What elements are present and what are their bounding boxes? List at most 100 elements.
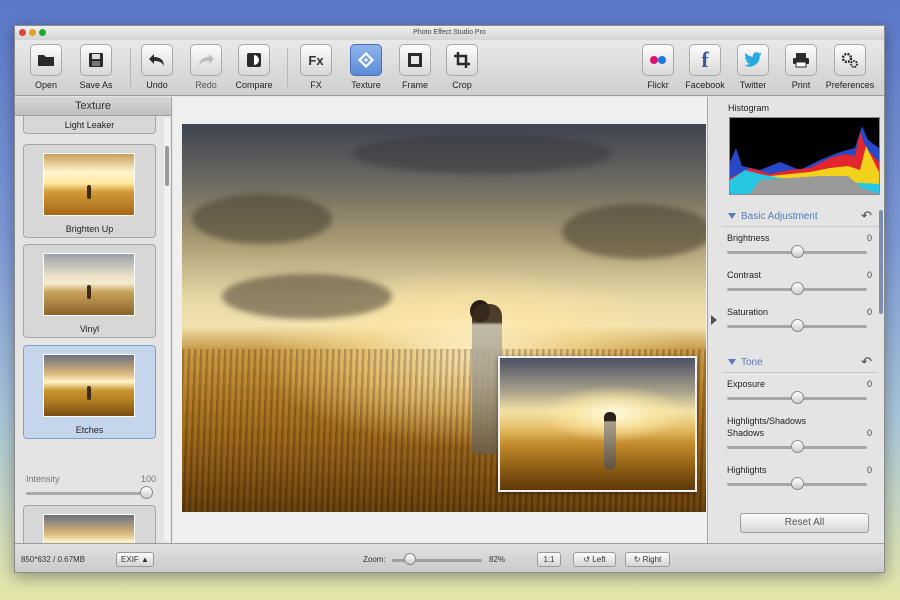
saturation-label: Saturation [727,307,769,317]
close-window-button[interactable] [19,29,26,36]
reset-arrow-icon[interactable]: ↶ [861,208,872,224]
print-label: Print [791,80,811,90]
sidebar-title: Texture [15,97,171,116]
sidebar-scroll-thumb[interactable] [165,146,169,186]
minimize-window-button[interactable] [29,29,36,36]
exposure-slider-knob[interactable] [791,391,804,404]
compare-label: Compare [235,80,273,90]
texture-list: Light Leaker Brighten Up Vinyl Etches In… [15,116,164,543]
texture-icon [350,44,382,76]
texture-sidebar: Texture Light Leaker Brighten Up Vinyl E… [15,97,172,543]
saturation-adjustment: Saturation 0 [722,301,878,338]
photo-cloud [352,134,612,174]
texture-thumbnail [43,253,135,316]
exposure-value: 0 [866,379,872,389]
texture-item-light-leaker[interactable]: Light Leaker [23,116,156,134]
crop-label: Crop [452,80,472,90]
crop-button[interactable]: Crop [437,44,487,90]
contrast-value: 0 [866,270,872,280]
undo-button[interactable]: Undo [132,44,182,90]
twitter-bird-icon [737,44,769,76]
shadows-label: Shadows [727,428,765,438]
highlights-label: Highlights [727,465,767,475]
exif-button[interactable]: EXIF ▲ [116,552,154,567]
basic-adjustment-section: Basic Adjustment ↶ Brightness 0 Contrast… [722,207,878,338]
twitter-button[interactable]: Twitter [728,44,778,90]
frame-button[interactable]: Frame [390,44,440,90]
redo-button[interactable]: Redo [181,44,231,90]
shadows-slider-knob[interactable] [791,440,804,453]
disclosure-triangle-icon[interactable] [728,359,736,365]
rotate-right-button[interactable]: ↻ Right [625,552,670,567]
flickr-label: Flickr [647,80,669,90]
undo-label: Undo [146,80,168,90]
printer-icon [785,44,817,76]
texture-item-label: Light Leaker [64,120,115,130]
save-as-label: Save As [79,80,113,90]
exposure-label: Exposure [727,379,766,389]
main-photo [182,124,706,512]
texture-item-label: Etches [75,425,104,435]
app-window: Photo Effect Studio Pro Open Save As Und… [14,25,885,573]
fx-button[interactable]: Fx FX [291,44,341,90]
rotate-left-button[interactable]: ↺ Left [573,552,616,567]
saturation-slider-knob[interactable] [791,319,804,332]
frame-icon [399,44,431,76]
compare-button[interactable]: Compare [229,44,279,90]
zoom-slider-knob[interactable] [404,553,416,565]
basic-adjustment-header[interactable]: Basic Adjustment ↶ [722,207,878,227]
compare-icon [238,44,270,76]
flickr-button[interactable]: Flickr [633,44,683,90]
brightness-slider-knob[interactable] [791,245,804,258]
window-controls [19,29,46,36]
texture-item-vinyl[interactable]: Vinyl [23,244,156,338]
preferences-label: Preferences [825,80,875,90]
toolbar: Open Save As Undo Redo Compare Fx FX Tex… [15,40,884,96]
preferences-button[interactable]: Preferences [825,44,875,90]
contrast-slider-knob[interactable] [791,282,804,295]
reset-all-button[interactable]: Reset All [740,513,869,533]
shadows-adjustment: Shadows 0 [722,422,878,459]
highlights-value: 0 [866,465,872,475]
facebook-button[interactable]: f Facebook [680,44,730,90]
disclosure-triangle-icon[interactable] [728,213,736,219]
section-title: Tone [741,357,763,368]
texture-item-brighten-up[interactable]: Brighten Up [23,144,156,238]
zoom-value: 82% [489,555,506,564]
photo-cloud [562,204,706,259]
highlights-slider-knob[interactable] [791,477,804,490]
collapse-arrow-icon[interactable] [711,315,717,325]
texture-item-etches[interactable]: Etches [23,345,156,439]
intensity-slider-knob[interactable] [140,486,153,499]
shadows-value: 0 [866,428,872,438]
actual-size-button[interactable]: 1:1 [537,552,561,567]
texture-button[interactable]: Texture [341,44,391,90]
contrast-label: Contrast [727,270,762,280]
rotate-right-label: Right [642,555,662,564]
intensity-value: 100 [140,474,156,484]
tone-header[interactable]: Tone ↶ [722,353,878,373]
section-title: Basic Adjustment [741,211,818,222]
highlights-adjustment: Highlights 0 [722,459,878,496]
brightness-label: Brightness [727,233,770,243]
inset-subject [604,412,616,470]
open-label: Open [34,80,58,90]
texture-item-next[interactable] [23,505,156,543]
print-button[interactable]: Print [776,44,826,90]
brightness-adjustment: Brightness 0 [722,227,878,264]
facebook-icon: f [689,44,721,76]
reset-arrow-icon[interactable]: ↶ [861,354,872,370]
histogram-title: Histogram [728,103,770,113]
tone-section: Tone ↶ Exposure 0 Highlights/Shadows Sha… [722,353,878,496]
open-button[interactable]: Open [21,44,71,90]
save-as-button[interactable]: Save As [71,44,121,90]
floppy-disk-icon [80,44,112,76]
panel-scrollbar[interactable] [879,210,883,314]
sidebar-scrollbar[interactable] [164,118,170,541]
fx-glyph: Fx [308,52,324,68]
original-preview-inset[interactable] [498,356,697,492]
twitter-label: Twitter [739,80,767,90]
zoom-window-button[interactable] [39,29,46,36]
intensity-slider-track[interactable] [26,492,151,495]
facebook-label: Facebook [685,80,725,90]
